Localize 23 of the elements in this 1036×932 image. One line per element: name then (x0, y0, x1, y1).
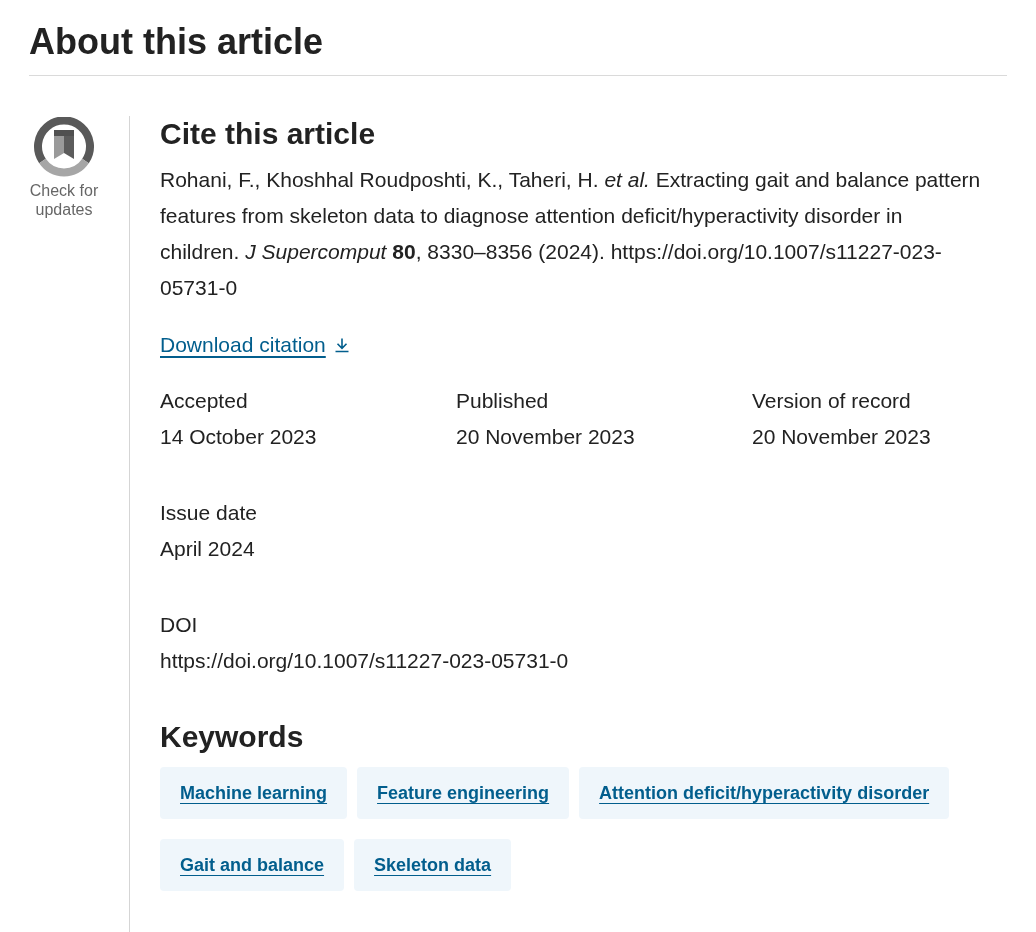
keyword-link[interactable]: Gait and balance (160, 839, 345, 891)
date-label: Issue date (160, 500, 257, 526)
keyword-link[interactable]: Machine learning (160, 767, 348, 819)
keyword-link[interactable]: Attention deficit/hyperactivity disorder (579, 767, 950, 819)
cite-heading: Cite this article (160, 116, 376, 152)
check-for-updates-link[interactable]: Check for updates (29, 116, 99, 219)
download-citation-link[interactable]: Download citation (160, 331, 350, 359)
date-label: Published (456, 388, 549, 414)
keyword-link[interactable]: Skeleton data (354, 839, 512, 891)
bookmark-ring-icon (33, 117, 95, 179)
date-label: Accepted (160, 388, 248, 414)
keyword-link[interactable]: Feature engineering (357, 767, 570, 819)
date-value: 20 November 2023 (752, 424, 931, 450)
date-value: 14 October 2023 (160, 424, 317, 450)
section-heading: About this article (29, 20, 324, 64)
download-icon (333, 337, 350, 353)
doi-text: https://doi.org/10.1007/s11227-023-05731-0 (160, 648, 569, 674)
keywords-heading: Keywords (160, 719, 304, 755)
citation-text: Rohani, F., Khoshhal Roudposhti, K., Taheri, H. et al. Extracting gait and balance pattern features from skeleton data to diagnose attention deficit/hyperactivity disorder in children. J Supercomput 80, 8330–8356 (2024). https://doi.org/10.1007/s11227-023-05731-0 (160, 167, 982, 301)
doi-label: DOI (160, 612, 198, 638)
date-value: 20 November 2023 (456, 424, 635, 450)
date-value: April 2024 (160, 536, 255, 562)
date-label: Version of record (752, 388, 911, 414)
